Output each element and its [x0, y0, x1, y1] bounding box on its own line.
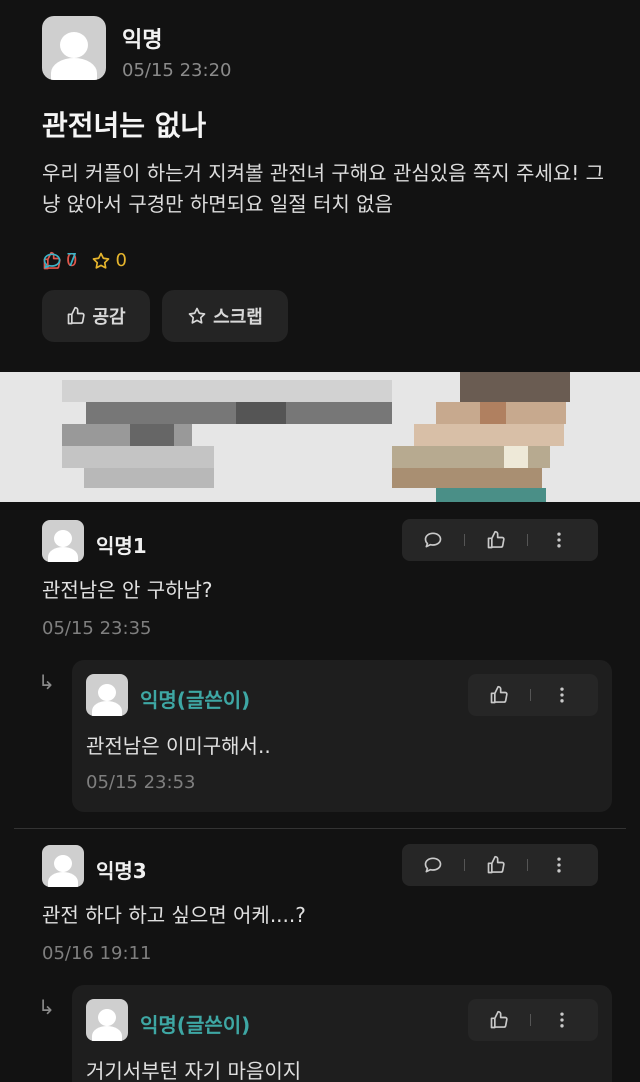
more-vertical-icon [560, 687, 564, 703]
reply-author: 익명(글쓴이) [140, 688, 251, 712]
reply-arrow-icon: ↳ [38, 670, 55, 694]
comment-author: 익명1 [96, 534, 147, 558]
avatar [42, 845, 84, 887]
post-timestamp: 05/15 23:20 [122, 60, 232, 81]
comment-text: 관전남은 안 구하남? [42, 578, 213, 602]
avatar [42, 520, 84, 562]
more-vertical-icon [560, 1012, 564, 1028]
reply-button[interactable] [402, 844, 464, 886]
thumbs-up-icon [490, 1010, 508, 1029]
thumbs-up-icon [487, 855, 505, 874]
speech-bubble-icon [424, 532, 442, 548]
like-button[interactable] [465, 519, 527, 561]
comment-count: 7 [42, 250, 640, 271]
thumbs-up-icon [490, 685, 508, 704]
comment: 익명1 관전남은 안 구하남? 05/15 23:35 ↳ 익명(글쓴이) 관전… [0, 510, 640, 828]
comment-timestamp: 05/15 23:35 [42, 618, 152, 639]
thumbs-up-icon [68, 306, 86, 325]
star-icon [188, 307, 206, 324]
scrap-button-label: 스크랩 [213, 307, 263, 328]
avatar [42, 16, 106, 80]
like-button[interactable] [465, 844, 527, 886]
post-actions: 공감 스크랩 [42, 290, 288, 342]
like-button-label: 공감 [92, 307, 126, 328]
reply-toolbar [468, 674, 598, 716]
scrap-button[interactable]: 스크랩 [162, 290, 288, 342]
post-stats: 0 7 0 [42, 250, 127, 271]
reply: 익명(글쓴이) 거기서부턴 자기 마음이지 [72, 985, 612, 1082]
reply-text: 거기서부턴 자기 마음이지 [86, 1059, 302, 1082]
reply-text: 관전남은 이미구해서.. [86, 734, 271, 758]
comment-count-value: 7 [66, 250, 78, 271]
post-title: 관전녀는 없나 [42, 109, 207, 142]
more-button[interactable] [531, 674, 593, 716]
reply-author: 익명(글쓴이) [140, 1013, 251, 1037]
post: 익명 05/15 23:20 관전녀는 없나 우리 커플이 하는거 지켜볼 관전… [0, 0, 640, 370]
avatar [86, 999, 128, 1041]
divider [14, 828, 626, 829]
reply-arrow-icon: ↳ [38, 995, 55, 1019]
comment-author: 익명3 [96, 859, 147, 883]
more-vertical-icon [557, 532, 561, 548]
avatar [86, 674, 128, 716]
reply-timestamp: 05/15 23:53 [86, 772, 196, 793]
ad-banner[interactable] [0, 372, 640, 502]
comment-toolbar [402, 519, 598, 561]
like-button[interactable] [468, 999, 530, 1041]
reply-button[interactable] [402, 519, 464, 561]
post-body: 우리 커플이 하는거 지켜볼 관전녀 구해요 관심있음 쪽지 주세요! 그냥 앉… [42, 161, 605, 216]
reply-toolbar [468, 999, 598, 1041]
more-button[interactable] [528, 844, 590, 886]
more-button[interactable] [531, 999, 593, 1041]
comment-toolbar [402, 844, 598, 886]
post-author: 익명 [122, 28, 163, 53]
speech-bubble-icon [424, 857, 442, 873]
thumbs-up-icon [487, 530, 505, 549]
comment-timestamp: 05/16 19:11 [42, 943, 152, 964]
speech-bubble-icon [43, 253, 61, 268]
more-button[interactable] [528, 519, 590, 561]
like-button[interactable] [468, 674, 530, 716]
more-vertical-icon [557, 857, 561, 873]
comment: 익명3 관전 하다 하고 싶으면 어케....? 05/16 19:11 ↳ 익… [0, 835, 640, 1082]
reply: 익명(글쓴이) 관전남은 이미구해서.. 05/15 23:53 [72, 660, 612, 812]
like-button[interactable]: 공감 [42, 290, 150, 342]
comment-text: 관전 하다 하고 싶으면 어케....? [42, 903, 306, 927]
